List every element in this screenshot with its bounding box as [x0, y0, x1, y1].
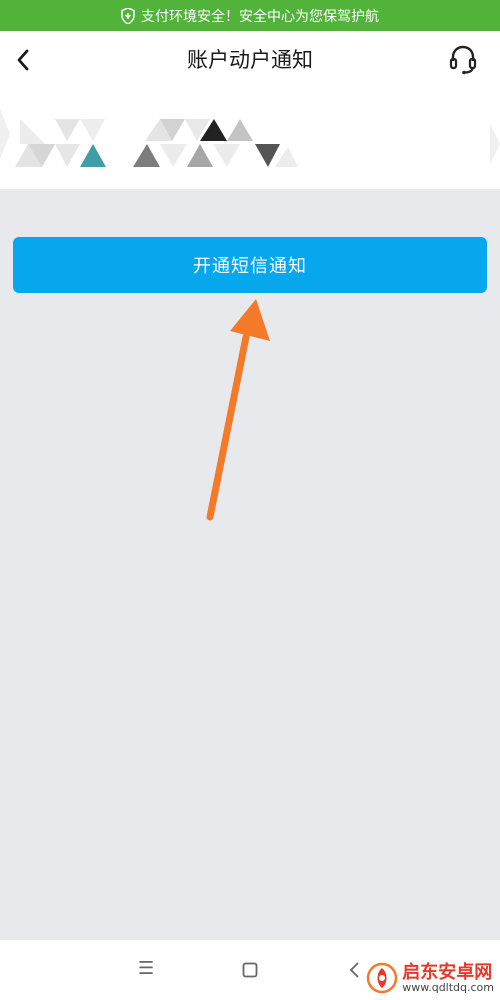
site-watermark: 启东安卓网 www.qdltdq.com [366, 962, 494, 994]
watermark-logo [366, 962, 398, 994]
back-icon[interactable] [348, 961, 362, 979]
arrow-annotation [206, 299, 270, 521]
chevron-left-icon[interactable] [10, 45, 38, 75]
security-banner: 支付环境安全！安全中心为您保驾护航 [0, 0, 500, 31]
menu-icon[interactable]: ☰ [138, 958, 154, 979]
watermark-title: 启东安卓网 [402, 961, 493, 983]
shield-icon [121, 7, 135, 24]
page-title: 账户动户通知 [187, 48, 313, 72]
security-banner-text: 支付环境安全！安全中心为您保驾护航 [141, 8, 379, 25]
enable-sms-notification-button[interactable]: 开通短信通知 [13, 237, 487, 293]
home-square-icon[interactable] [242, 962, 258, 978]
account-info-card [0, 89, 500, 189]
privacy-mosaic [0, 109, 500, 167]
headset-icon[interactable] [448, 44, 478, 76]
system-navigation-bar: ☰ 启东安卓网 www.qdltdq.com [0, 940, 500, 1000]
app-header: 账户动户通知 [0, 31, 500, 89]
watermark-url: www.qdltdq.com [402, 980, 494, 994]
